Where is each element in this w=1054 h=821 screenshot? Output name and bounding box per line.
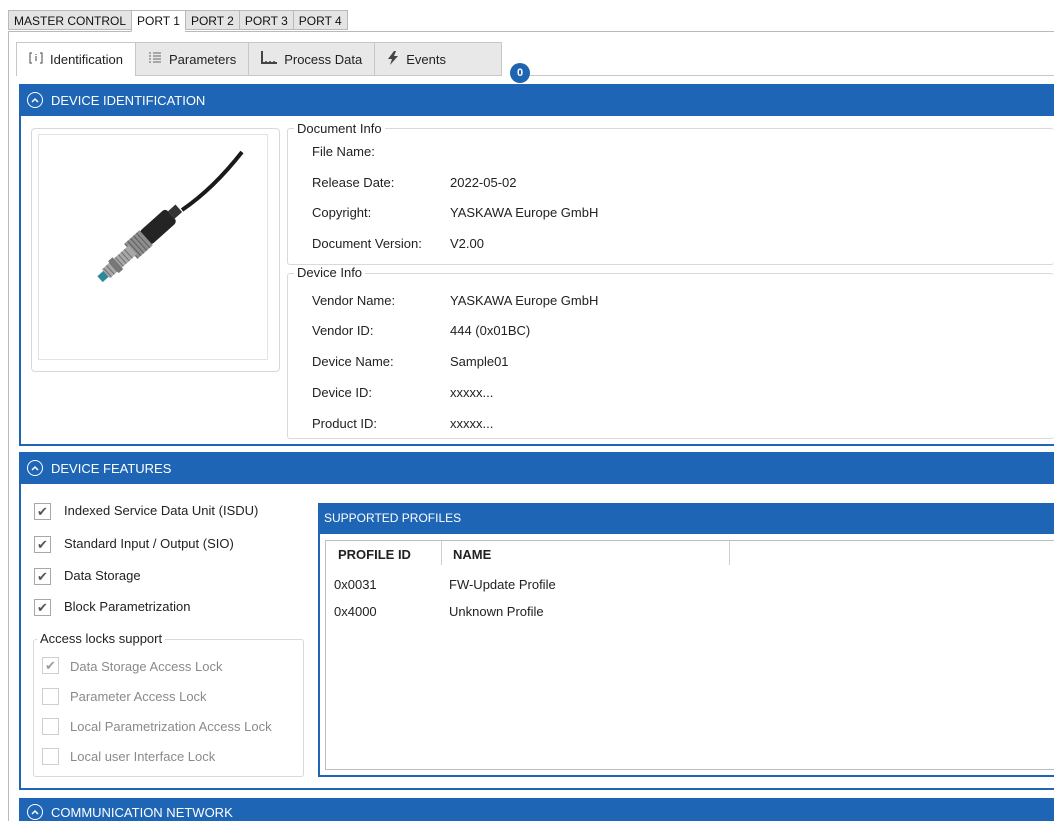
- parameter-lock-label: Parameter Access Lock: [70, 689, 207, 704]
- tab-identification[interactable]: Identification: [16, 42, 135, 76]
- section-title: DEVICE FEATURES: [51, 460, 172, 476]
- profile-id-cell: 0x4000: [334, 604, 377, 619]
- tab-events-label: Events: [406, 51, 446, 67]
- tab-parameters-label: Parameters: [169, 51, 237, 67]
- tab-port-2[interactable]: PORT 2: [184, 10, 239, 30]
- profile-id-cell: 0x0031: [334, 577, 377, 592]
- section-title: COMMUNICATION NETWORK: [51, 805, 233, 820]
- vendor-id-label: Vendor ID:: [312, 323, 374, 338]
- device-info-group: [287, 273, 1054, 439]
- vendor-name-value: YASKAWA Europe GmbH: [450, 293, 599, 308]
- document-version-value: V2.00: [450, 236, 484, 251]
- tab-master-control[interactable]: MASTER CONTROL: [8, 10, 132, 30]
- file-name-label: File Name:: [312, 144, 375, 159]
- local-ui-lock-label: Local user Interface Lock: [70, 749, 216, 764]
- name-column-header[interactable]: NAME: [453, 547, 491, 562]
- device-name-value: Sample01: [450, 354, 509, 369]
- port-tab-bar: MASTER CONTROL PORT 1 PORT 2 PORT 3 PORT…: [8, 10, 348, 32]
- device-name-label: Device Name:: [312, 354, 394, 369]
- copyright-label: Copyright:: [312, 205, 372, 220]
- chevron-up-icon: [27, 92, 43, 108]
- product-id-label: Product ID:: [312, 416, 378, 431]
- chevron-up-icon: [27, 460, 43, 476]
- tab-port-1[interactable]: PORT 1: [131, 10, 185, 32]
- tab-events[interactable]: Events: [374, 42, 503, 76]
- document-info-legend: Document Info: [294, 121, 385, 136]
- local-parametrization-lock-checkbox: [42, 718, 59, 735]
- column-divider: [441, 541, 442, 565]
- device-identification-header[interactable]: DEVICE IDENTIFICATION: [19, 84, 1054, 116]
- tab-identification-label: Identification: [50, 52, 123, 67]
- vendor-name-label: Vendor Name:: [312, 293, 396, 308]
- isdu-label: Indexed Service Data Unit (ISDU): [64, 503, 259, 518]
- profile-name-cell: Unknown Profile: [449, 604, 544, 619]
- chevron-up-icon: [27, 804, 43, 820]
- data-storage-checkbox[interactable]: ✔: [34, 568, 51, 585]
- list-icon: [148, 52, 162, 67]
- release-date-value: 2022-05-02: [450, 175, 517, 190]
- device-id-label: Device ID:: [312, 385, 372, 400]
- supported-profiles-table: [325, 540, 1054, 770]
- data-storage-lock-label: Data Storage Access Lock: [70, 659, 223, 674]
- product-id-value: xxxxx...: [450, 416, 494, 431]
- block-parametrization-label: Block Parametrization: [64, 599, 191, 614]
- data-storage-lock-checkbox: ✔: [42, 657, 59, 674]
- tab-underline: [529, 75, 1054, 76]
- access-locks-legend: Access locks support: [37, 631, 166, 646]
- data-storage-label: Data Storage: [64, 568, 141, 583]
- local-ui-lock-checkbox: [42, 748, 59, 765]
- device-info-legend: Device Info: [294, 265, 366, 280]
- events-count-badge: 0: [510, 63, 530, 83]
- tab-parameters[interactable]: Parameters: [135, 42, 249, 76]
- tab-port-3[interactable]: PORT 3: [238, 10, 293, 30]
- profile-id-column-header[interactable]: PROFILE ID: [338, 547, 411, 562]
- sub-tab-bar: Identification Parameters Process Data E…: [16, 42, 503, 76]
- profile-name-cell: FW-Update Profile: [449, 577, 556, 592]
- communication-network-header[interactable]: COMMUNICATION NETWORK: [19, 798, 1054, 821]
- device-id-value: xxxxx...: [450, 385, 494, 400]
- device-features-header[interactable]: DEVICE FEATURES: [19, 452, 1054, 484]
- info-icon: [29, 51, 43, 68]
- sio-checkbox[interactable]: ✔: [34, 536, 51, 553]
- chart-icon: [261, 51, 278, 67]
- section-title: DEVICE IDENTIFICATION: [51, 92, 206, 108]
- tab-process-data-label: Process Data: [284, 51, 363, 67]
- parameter-lock-checkbox: [42, 688, 59, 705]
- isdu-checkbox[interactable]: ✔: [34, 503, 51, 520]
- sio-label: Standard Input / Output (SIO): [64, 536, 234, 551]
- tab-port-4[interactable]: PORT 4: [292, 10, 348, 30]
- tab-process-data[interactable]: Process Data: [248, 42, 375, 76]
- supported-profiles-header: SUPPORTED PROFILES: [318, 503, 1054, 534]
- copyright-value: YASKAWA Europe GmbH: [450, 205, 599, 220]
- block-parametrization-checkbox[interactable]: ✔: [34, 599, 51, 616]
- lightning-icon: [387, 50, 399, 68]
- local-parametrization-lock-label: Local Parametrization Access Lock: [70, 719, 272, 734]
- device-image: [38, 134, 268, 360]
- document-version-label: Document Version:: [312, 236, 422, 251]
- vendor-id-value: 444 (0x01BC): [450, 323, 531, 338]
- column-divider: [729, 541, 730, 565]
- release-date-label: Release Date:: [312, 175, 395, 190]
